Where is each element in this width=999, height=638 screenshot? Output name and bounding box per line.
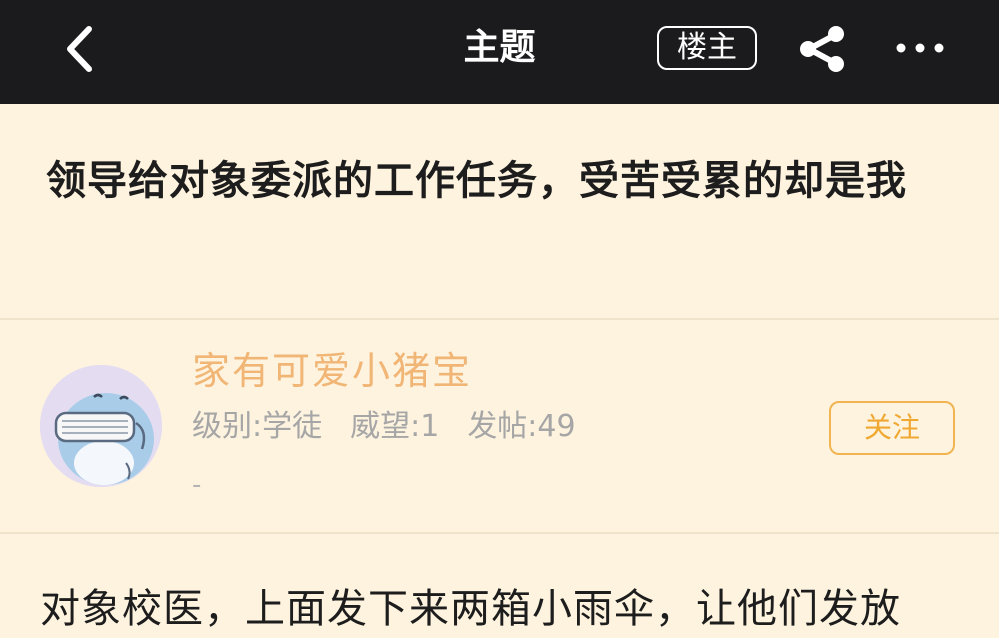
- divider: [0, 532, 999, 534]
- author-name[interactable]: 家有可爱小猪宝: [192, 343, 472, 399]
- post-title: 领导给对象委派的工作任务，受苦受累的却是我: [46, 158, 907, 204]
- more-button[interactable]: [893, 28, 949, 68]
- chevron-left-icon: [67, 26, 92, 72]
- follow-button[interactable]: 关注: [829, 401, 955, 455]
- avatar-image: [40, 365, 162, 487]
- divider: [0, 318, 999, 320]
- author-level: 级别:学徒: [192, 409, 323, 444]
- avatar[interactable]: [40, 365, 162, 487]
- author-signature: -: [192, 470, 202, 500]
- back-button[interactable]: [55, 18, 111, 80]
- author-stats: 级别:学徒 威望:1 发帖:49: [192, 404, 604, 450]
- author-post-count: 发帖:49: [467, 409, 576, 444]
- more-horizontal-icon: [896, 43, 944, 53]
- share-icon: [800, 26, 844, 72]
- top-bar: 主题 楼主: [0, 0, 999, 104]
- owner-only-button[interactable]: 楼主: [657, 26, 757, 70]
- author-prestige: 威望:1: [350, 409, 440, 444]
- share-button[interactable]: [795, 24, 851, 74]
- post-body: 对象校医，上面发下来两箱小雨伞，让他们发放: [40, 586, 901, 632]
